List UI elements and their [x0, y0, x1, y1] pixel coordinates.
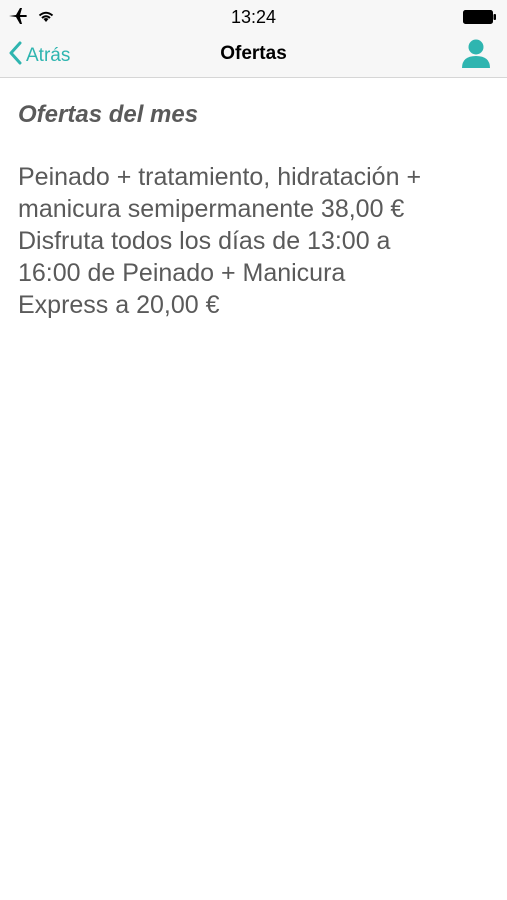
section-title: Ofertas del mes: [18, 101, 199, 128]
screen: 13:24 Atrás Ofertas Ofertas del mes Pein…: [0, 0, 507, 900]
status-bar: 13:24: [0, 0, 507, 34]
page-title: Ofertas: [220, 43, 287, 64]
offer-description: Peinado + tratamiento, hidratación + man…: [18, 163, 422, 319]
offers-content: Ofertas del mes Peinado + tratamiento, h…: [0, 79, 507, 321]
navigation-bar: Atrás Ofertas: [0, 34, 507, 78]
battery-icon: [463, 10, 497, 24]
person-icon: [461, 39, 491, 74]
status-time: 13:24: [230, 7, 277, 27]
profile-button[interactable]: [461, 38, 491, 72]
